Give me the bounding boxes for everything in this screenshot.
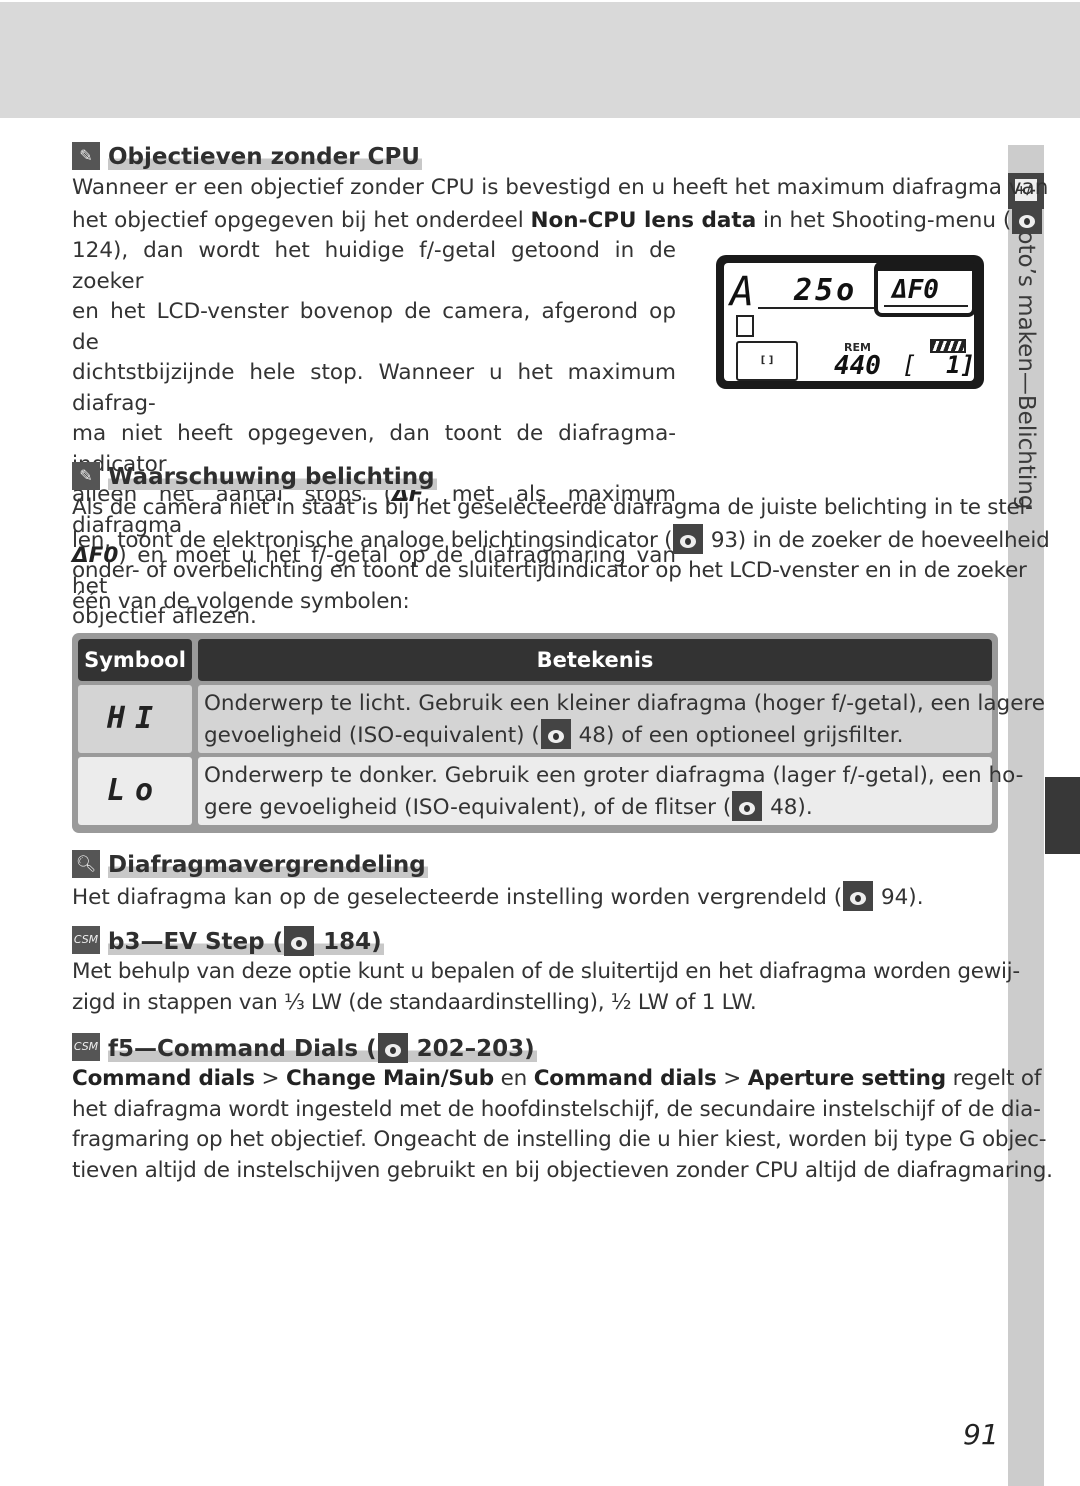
lcd-remaining: 440 [834, 351, 881, 381]
section-heading-non-cpu: ✎ Objectieven zonder CPU [72, 142, 422, 172]
section-body-command-dials: Command dials > Change Main/Sub en Comma… [72, 1066, 1053, 1183]
lcd-aperture: ΔF0 [892, 275, 939, 305]
section-heading-ev-step: CSM b3—EV Step ( 184) [72, 926, 384, 956]
lcd-shutter: 25o [794, 273, 858, 308]
page-reference-icon [732, 791, 763, 821]
lcd-mode: A [730, 269, 755, 315]
magnifier-tip-icon: 🔍︎ [72, 850, 100, 878]
page-reference-icon [843, 881, 874, 911]
lcd-af-area: [ ] [736, 341, 798, 381]
meaning-cell: Onderwerp te licht. Gebruik een kleiner … [198, 685, 1045, 753]
lcd-bracket: [ [902, 351, 917, 379]
page-reference-icon [540, 719, 571, 749]
battery-icon [930, 339, 966, 353]
chapter-title: Foto’s maken—Belichting [1013, 218, 1039, 510]
symbol-table: Symbool Betekenis HI Onderwerp te licht.… [72, 633, 1045, 833]
csm-icon: CSM [72, 926, 100, 954]
page-header-band [0, 2, 1080, 118]
symbol-lo: Lo [78, 757, 192, 825]
page-reference-icon [284, 926, 315, 956]
table-header-symbol: Symbool [78, 639, 192, 681]
section-body-ev-step: Met behulp van deze optie kunt u bepalen… [72, 959, 1020, 1015]
page-reference-icon [673, 523, 704, 554]
page-number: 91 [963, 1418, 999, 1451]
lcd-count: 1] [946, 351, 975, 379]
paperclip-note-icon: ✎ [72, 462, 100, 490]
section-heading-exposure-warning: ✎ Waarschuwing belichting [72, 462, 437, 492]
lcd-panel-illustration: A 25o ΔF0 [ ] REM 440 [ 1] [716, 255, 984, 389]
paperclip-note-icon: ✎ [72, 142, 100, 170]
table-row: HI Onderwerp te licht. Gebruik een klein… [72, 685, 1045, 753]
table-header-meaning: Betekenis [198, 639, 992, 681]
section-heading-aperture-lock: 🔍︎ Diafragmavergrendeling [72, 850, 428, 880]
section-body-aperture-lock: Het diafragma kan op de geselecteerde in… [72, 881, 1000, 914]
page-reference-icon [1012, 203, 1043, 234]
table-row: Lo Onderwerp te donker. Gebruik een grot… [72, 757, 1023, 825]
page-reference-icon [377, 1033, 408, 1063]
section-heading-command-dials: CSM f5—Command Dials ( 202–203) [72, 1033, 537, 1063]
chapter-tab [1045, 777, 1080, 854]
symbol-hi: HI [78, 685, 192, 753]
section-body-exposure-warning: Als de camera niet in staat is bij het g… [72, 495, 1050, 614]
meaning-cell: Onderwerp te donker. Gebruik een groter … [198, 757, 1023, 825]
csm-icon: CSM [72, 1033, 100, 1061]
